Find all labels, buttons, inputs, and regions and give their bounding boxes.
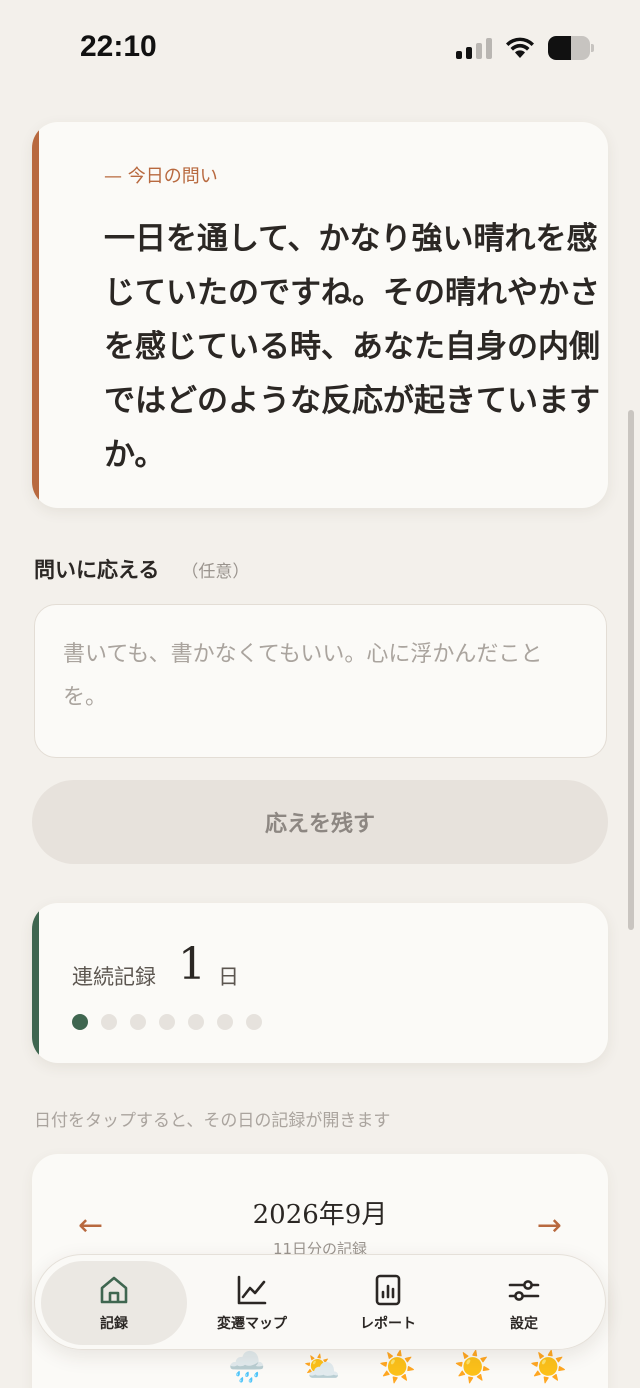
- streak-dot: [159, 1014, 175, 1030]
- answer-optional-label: （任意）: [181, 562, 250, 582]
- streak-card-accent: [32, 903, 39, 1063]
- streak-unit: 日: [218, 965, 239, 989]
- streak-count: 1: [178, 939, 206, 990]
- wifi-icon: [506, 37, 534, 58]
- nav-label: 設定: [510, 1316, 538, 1332]
- question-kicker: — 今日の問い: [104, 166, 218, 187]
- weather-day-icon[interactable]: ☀️: [379, 1350, 416, 1385]
- calendar-hint: 日付をタップすると、その日の記録が開きます: [34, 1111, 391, 1131]
- sliders-icon: [508, 1280, 540, 1301]
- streak-dot: [72, 1014, 88, 1030]
- status-time: 22:10: [80, 30, 157, 63]
- battery-icon: [548, 36, 594, 60]
- answer-input[interactable]: 書いても、書かなくてもいい。心に浮かんだことを。: [34, 604, 607, 758]
- nav-item-report[interactable]: レポート: [315, 1261, 461, 1345]
- answer-label-text: 問いに応える: [34, 558, 160, 582]
- nav-item-record[interactable]: 記録: [41, 1261, 187, 1345]
- weather-day-icon[interactable]: ☀️: [529, 1350, 566, 1385]
- line-chart-icon: [237, 1275, 267, 1305]
- nav-item-map[interactable]: 変遷マップ: [179, 1261, 325, 1345]
- weather-day-icon[interactable]: ☀️: [454, 1350, 491, 1385]
- weather-day-icon[interactable]: ⛅: [303, 1350, 340, 1385]
- nav-label: レポート: [360, 1316, 416, 1332]
- streak-dot: [246, 1014, 262, 1030]
- signal-icon: [456, 37, 492, 59]
- calendar-month: 2026年9月: [252, 1200, 388, 1230]
- status-bar: 22:10: [0, 0, 640, 96]
- streak-dots: [72, 1014, 262, 1030]
- answer-placeholder: 書いても、書かなくてもいい。心に浮かんだことを。: [63, 642, 543, 710]
- nav-label: 記録: [100, 1316, 128, 1332]
- calendar-weather-row: 🌧️ ⛅ ☀️ ☀️ ☀️: [228, 1350, 567, 1385]
- weather-day-icon[interactable]: 🌧️: [228, 1350, 265, 1385]
- question-card: — 今日の問い 一日を通して、かなり強い晴れを感じていたのですね。その晴れやかさ…: [32, 122, 608, 508]
- submit-answer-label: 応えを残す: [264, 812, 375, 837]
- scrollbar[interactable]: [628, 410, 634, 930]
- bottom-nav: 記録 変遷マップ レポート 設定: [34, 1254, 606, 1350]
- nav-item-settings[interactable]: 設定: [451, 1261, 597, 1345]
- streak-dot: [130, 1014, 146, 1030]
- question-card-accent: [32, 122, 39, 508]
- home-icon: [100, 1276, 128, 1304]
- streak-dot: [188, 1014, 204, 1030]
- question-text: 一日を通して、かなり強い晴れを感じていたのですね。その晴れやかさを感じている時、…: [104, 221, 600, 473]
- streak-label: 連続記録: [72, 965, 156, 989]
- streak-dot: [217, 1014, 233, 1030]
- report-icon: [375, 1274, 401, 1306]
- status-icons: [456, 34, 594, 62]
- streak-dot: [101, 1014, 117, 1030]
- nav-label: 変遷マップ: [217, 1316, 287, 1332]
- submit-answer-button[interactable]: 応えを残す: [32, 780, 608, 864]
- streak-card: 連続記録 1 日: [32, 903, 608, 1063]
- answer-label: 問いに応える （任意）: [34, 554, 249, 584]
